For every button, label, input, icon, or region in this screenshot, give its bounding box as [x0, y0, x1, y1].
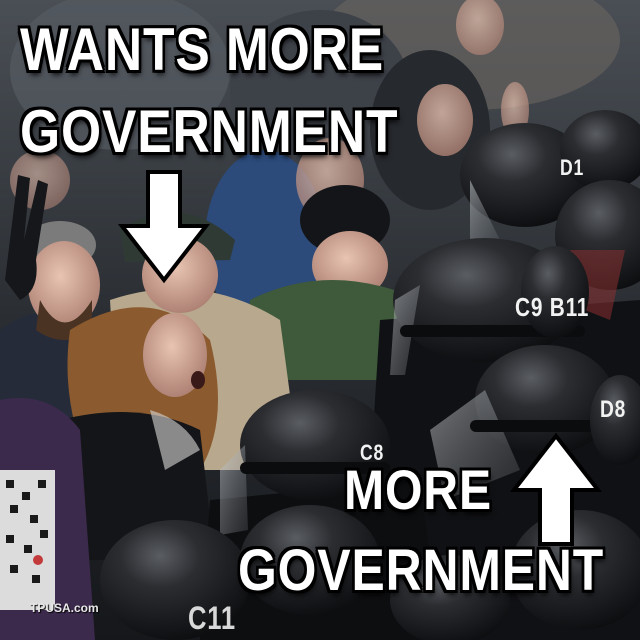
helmet-label-d1: D1: [560, 155, 585, 180]
helmet-label-c9-b11: C9 B11: [515, 292, 590, 322]
watermark: TPUSA.com: [30, 601, 99, 615]
bottom-caption-line-1: MORE: [344, 458, 492, 521]
up-arrow-icon: [510, 432, 602, 546]
down-arrow-icon: [118, 170, 210, 284]
top-caption-line-1: WANTS MORE: [20, 16, 385, 83]
helmet-label-d8: D8: [600, 396, 627, 423]
bottom-caption-line-2: GOVERNMENT: [238, 538, 605, 603]
meme-image: C9 B11 C8 D8 D1 C11 WANTS MORE GOVERNMEN…: [0, 0, 640, 640]
top-caption-line-2: GOVERNMENT: [20, 98, 399, 165]
helmet-label-c11: C11: [188, 600, 236, 636]
